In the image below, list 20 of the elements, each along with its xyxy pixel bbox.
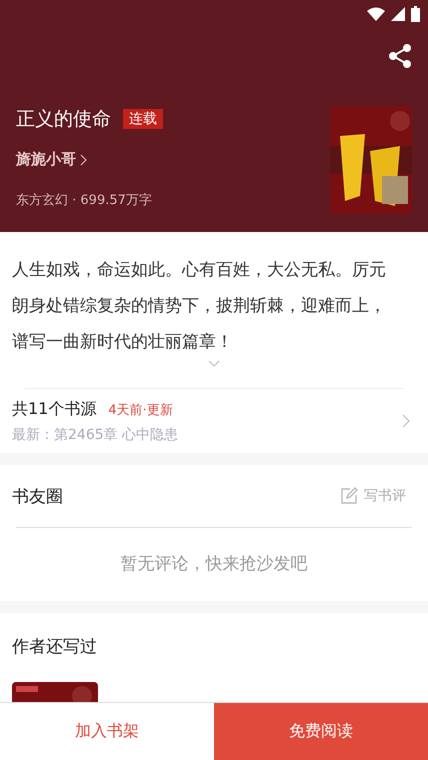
book-title: 正义的使命 xyxy=(16,107,111,132)
update-time: 4天前·更新 xyxy=(108,402,173,418)
write-review-button[interactable]: 写书评 xyxy=(340,487,406,505)
latest-chapter: 最新：第2465章 心中隐患 xyxy=(12,426,178,444)
book-description: 人生如戏，命运如此。心有百姓，大公无私。厉元朗身处错综复杂的情势下，披荆斩棘，迎难而上，谱写一曲新时代的壮丽篇章！ xyxy=(11,259,387,354)
section-title: 书友圈 xyxy=(12,486,63,508)
pencil-icon[interactable] xyxy=(340,487,358,505)
empty-message: 暂无评论，快来抢沙发吧 xyxy=(120,553,308,576)
share-icon[interactable] xyxy=(388,44,412,68)
chevron-down-icon[interactable] xyxy=(208,360,220,368)
book-meta: 东方玄幻 · 699.57万字 xyxy=(16,192,153,209)
author-link[interactable]: 旖旎小哥 xyxy=(16,150,163,169)
signal-icon xyxy=(391,7,405,21)
status-tag: 连载 xyxy=(123,109,163,129)
battery-icon xyxy=(411,6,420,22)
section-title: 作者还写过 xyxy=(12,636,98,658)
read-free-button[interactable]: 免费阅读 xyxy=(214,703,428,760)
source-count[interactable]: 共11个书源 xyxy=(12,398,96,420)
wifi-icon xyxy=(367,7,385,21)
chevron-right-icon[interactable] xyxy=(80,154,88,166)
